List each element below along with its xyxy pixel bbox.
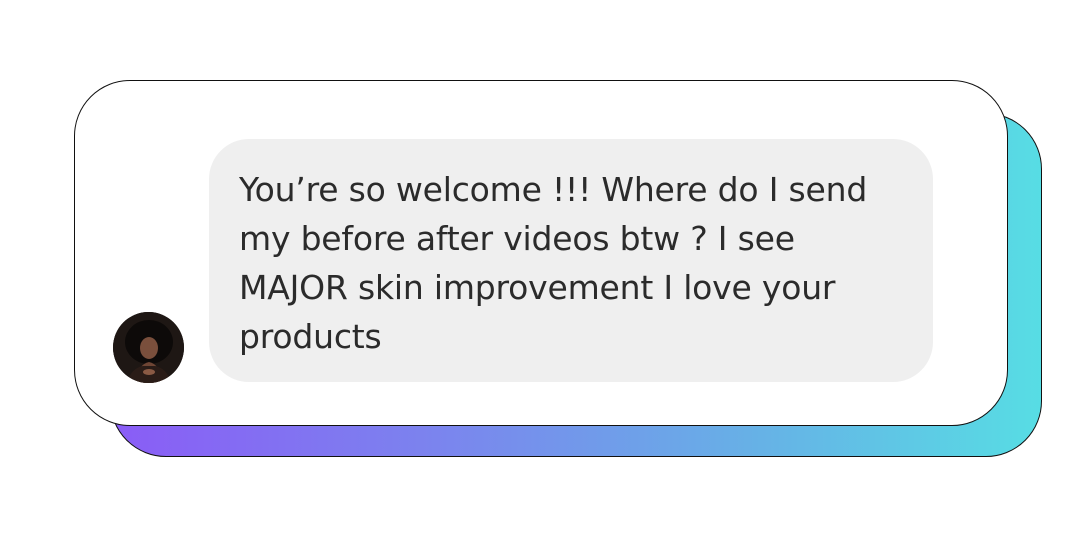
- message-bubble[interactable]: You’re so welcome !!! Where do I send my…: [209, 139, 933, 382]
- message-text: You’re so welcome !!! Where do I send my…: [239, 170, 868, 356]
- sender-avatar[interactable]: [113, 312, 184, 383]
- profile-photo-icon: [113, 312, 184, 383]
- message-card-stage: You’re so welcome !!! Where do I send my…: [0, 0, 1080, 540]
